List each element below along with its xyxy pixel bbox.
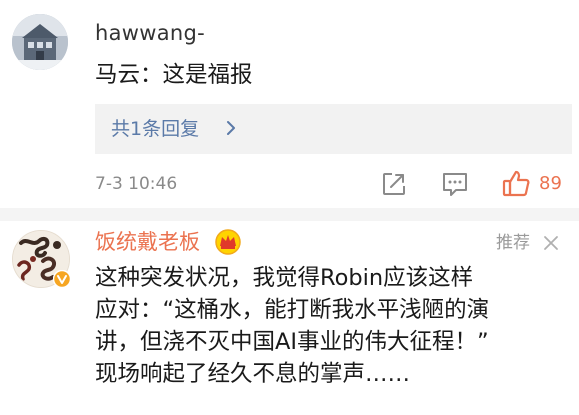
share-icon[interactable] [381, 171, 407, 197]
section-divider [0, 208, 579, 221]
reply-count-link[interactable]: 共1条回复 [111, 116, 199, 142]
verified-v-icon [53, 270, 71, 288]
like-count: 89 [539, 173, 562, 194]
user-avatar[interactable] [12, 14, 68, 70]
comment-text-line: 讲，但浇不灭中国AI事业的伟大征程！” [95, 329, 489, 355]
comment-text-line: 这种突发状况，我觉得Robin应该这样 [95, 265, 474, 291]
thumbs-up-icon[interactable] [501, 168, 531, 198]
comment-text-line: 现场响起了经久不息的掌声…… [95, 361, 411, 387]
comment-username[interactable]: hawwang- [95, 20, 205, 46]
comment-list: hawwang- 马云：这是福报 共1条回复 7-3 10:46 89 饭统戴老… [0, 0, 579, 415]
close-icon[interactable] [542, 234, 560, 252]
comment-icon[interactable] [441, 171, 469, 197]
avatar-photo [12, 14, 68, 70]
comment-text: 马云：这是福报 [95, 62, 253, 88]
recommend-label: 推荐 [496, 233, 530, 253]
comment-timestamp: 7-3 10:46 [95, 174, 178, 194]
comment-username[interactable]: 饭统戴老板 [95, 229, 200, 255]
crown-vip-icon [215, 229, 241, 255]
reply-summary-box[interactable]: 共1条回复 [95, 104, 572, 154]
chevron-right-icon [227, 121, 235, 135]
comment-text-line: 应对：“这桶水，能打断我水平浅陋的演 [95, 297, 490, 323]
